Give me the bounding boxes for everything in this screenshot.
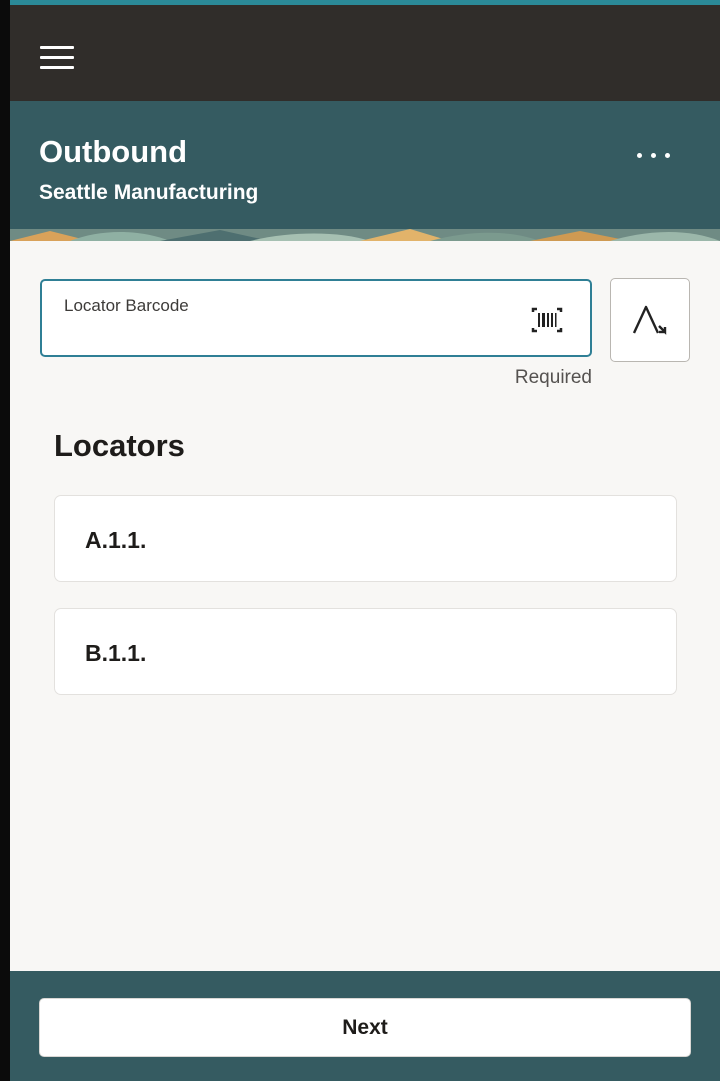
- locators-heading: Locators: [54, 428, 185, 463]
- hamburger-menu-icon[interactable]: [38, 43, 78, 73]
- locator-item[interactable]: B.1.1.: [54, 608, 677, 695]
- decorative-leaf-band: [10, 229, 720, 241]
- page-title: Outbound: [39, 134, 188, 169]
- locator-barcode-input[interactable]: [62, 323, 522, 347]
- locator-item-label: A.1.1.: [85, 527, 147, 553]
- text-input-toggle-button[interactable]: [610, 278, 690, 362]
- locator-list: A.1.1. B.1.1.: [54, 495, 677, 721]
- locator-barcode-label: Locator Barcode: [64, 296, 189, 315]
- next-button[interactable]: Next: [39, 998, 691, 1057]
- text-input-toggle-icon: [632, 305, 667, 335]
- barcode-scan-icon[interactable]: [527, 302, 567, 338]
- page-header: Outbound Seattle Manufacturing: [10, 101, 720, 241]
- required-hint: Required: [514, 367, 592, 388]
- page-subtitle: Seattle Manufacturing: [39, 181, 259, 204]
- main-content: Locator Barcode Required Locators A.1.1.…: [10, 241, 720, 971]
- locator-item[interactable]: A.1.1.: [54, 495, 677, 582]
- locator-barcode-field[interactable]: Locator Barcode: [40, 279, 592, 357]
- locator-item-label: B.1.1.: [85, 640, 147, 666]
- footer-bar: Next: [10, 971, 720, 1081]
- top-app-bar: [10, 5, 720, 101]
- app-screen: Outbound Seattle Manufacturing Locator B…: [10, 0, 720, 1081]
- more-options-icon[interactable]: [634, 143, 674, 167]
